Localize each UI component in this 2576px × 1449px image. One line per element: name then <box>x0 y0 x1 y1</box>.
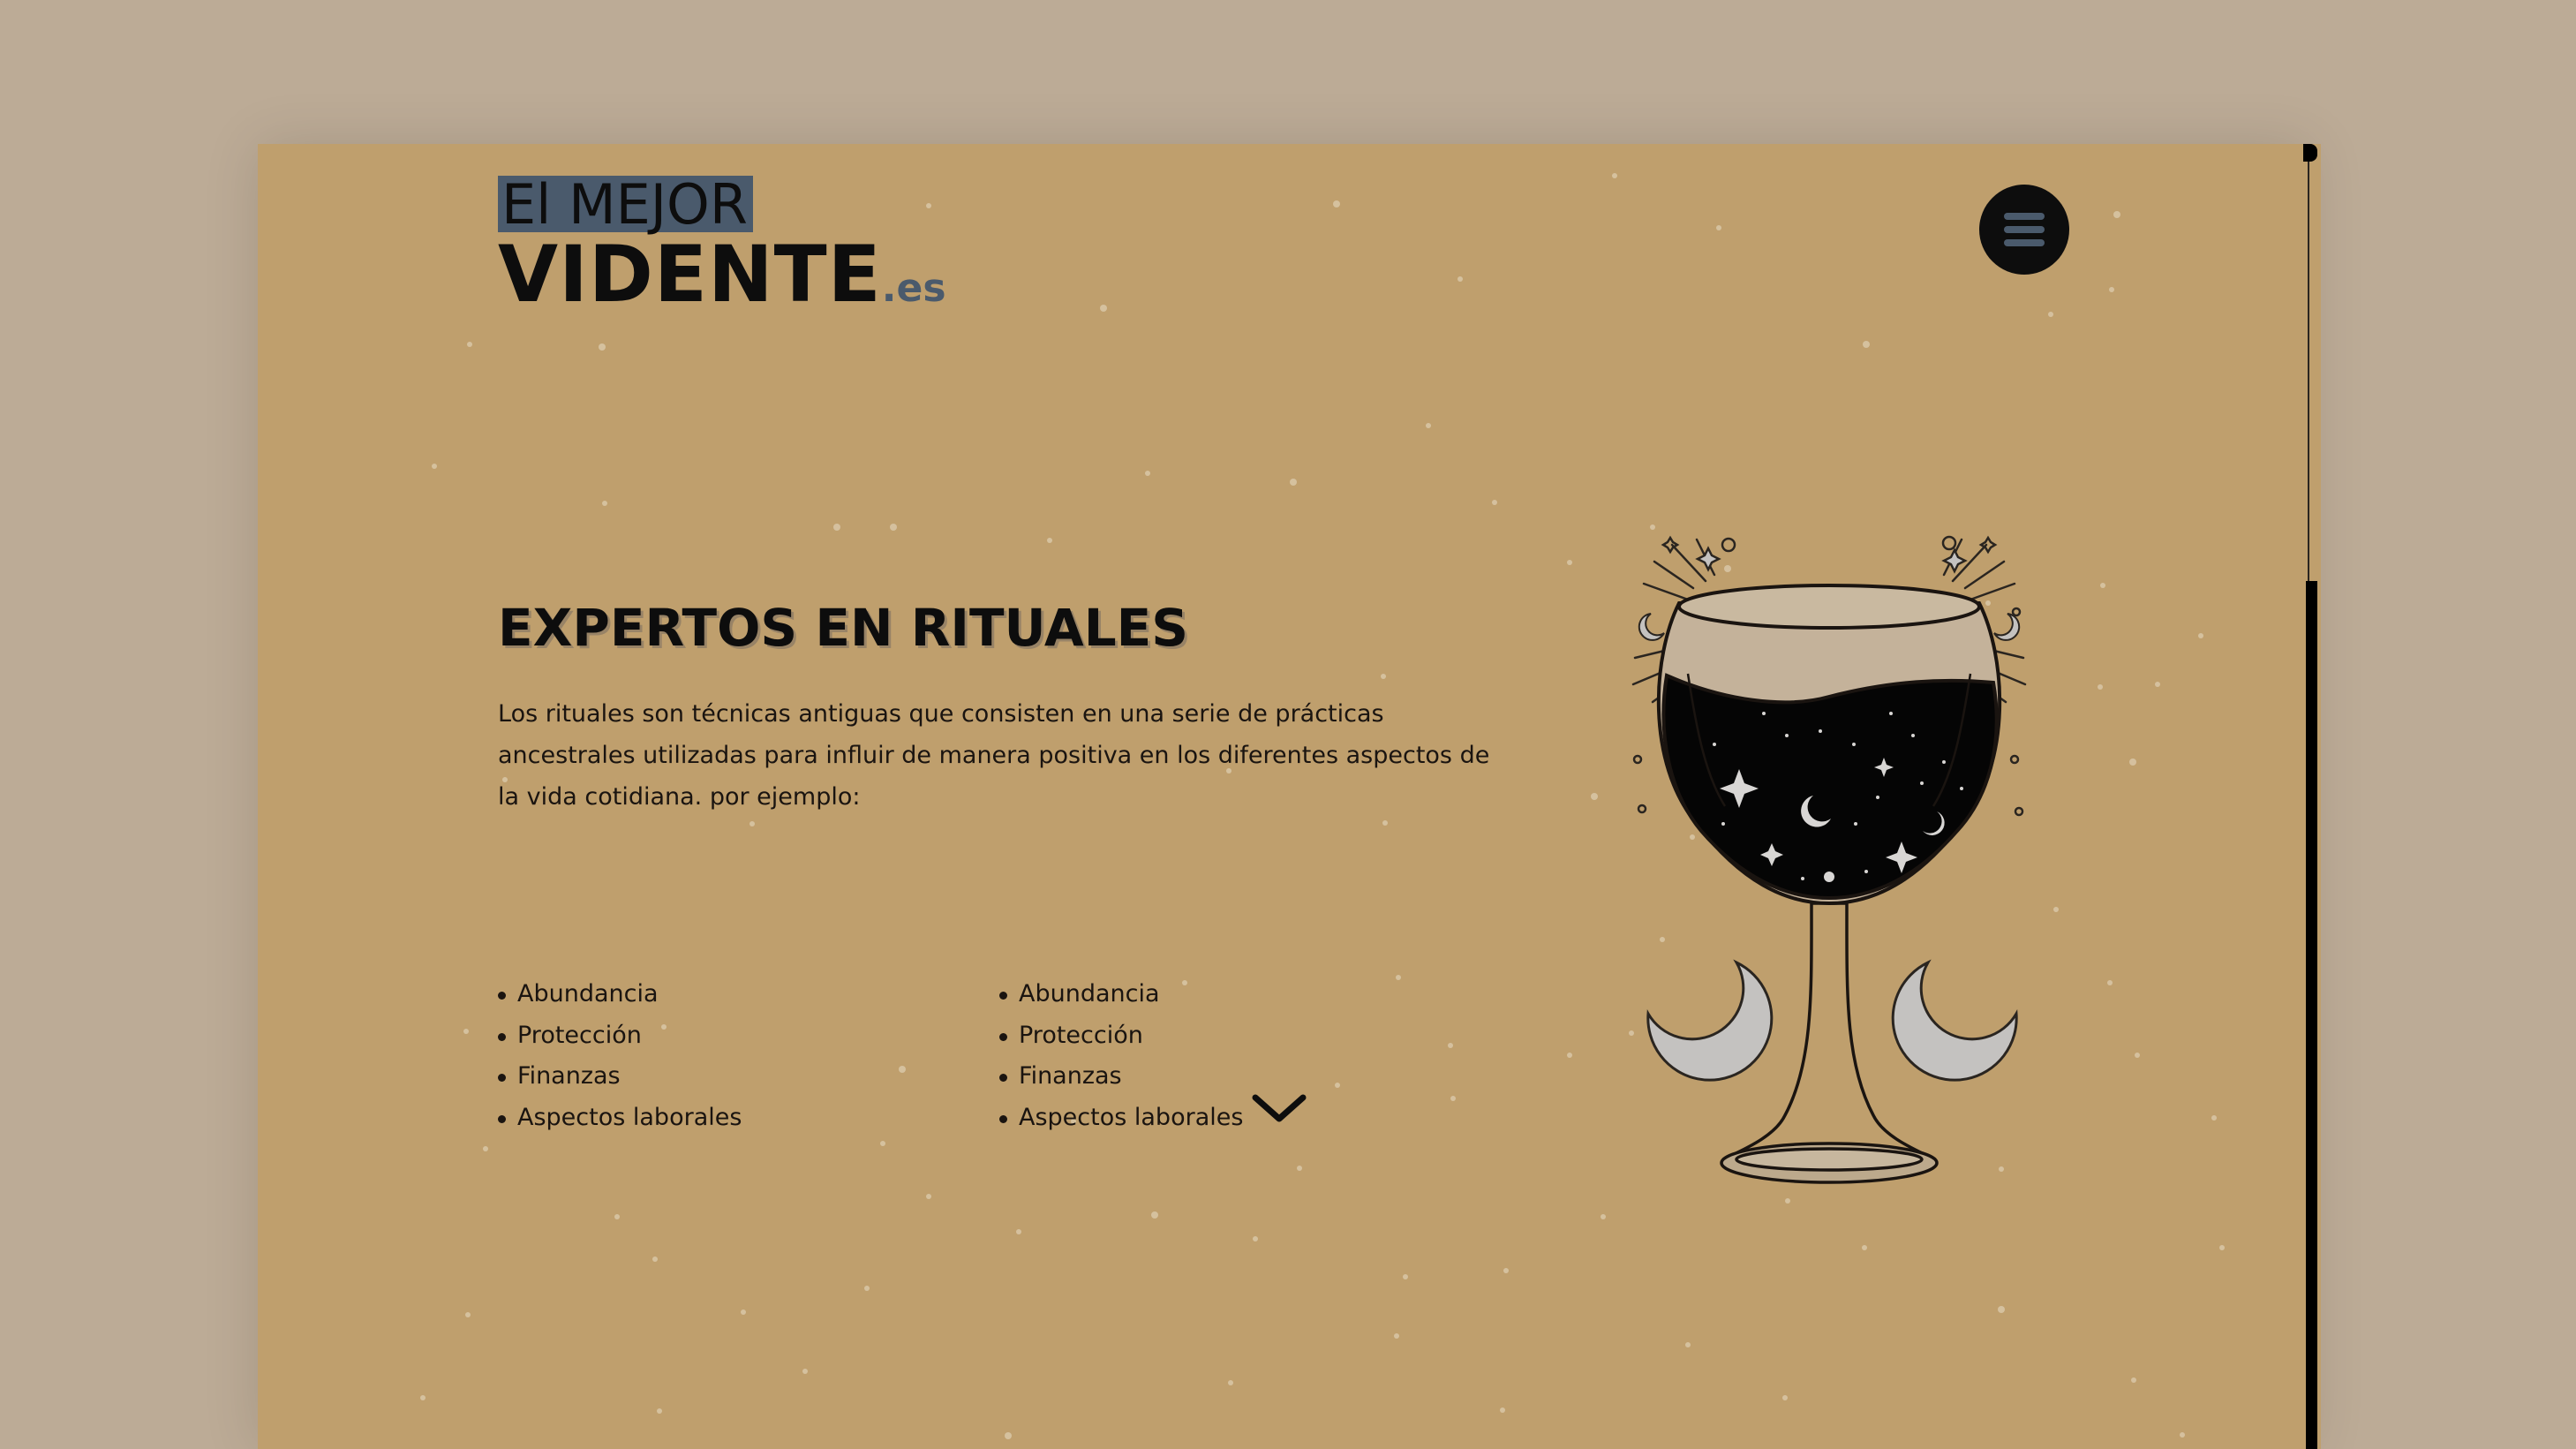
list-item: Aspectos laborales <box>498 1098 742 1139</box>
list-item: Abundancia <box>999 974 1243 1015</box>
section-title: EXPERTOS EN RITUALES <box>498 598 1189 658</box>
list-item: Aspectos laborales <box>999 1098 1243 1139</box>
ritual-list-right: Abundancia Protección Finanzas Aspectos … <box>999 974 1243 1138</box>
list-item: Abundancia <box>498 974 742 1015</box>
site-viewport: El MEJOR VIDENTE.es EXPERTOS EN RITUALES… <box>258 144 2310 1449</box>
hamburger-menu-button[interactable] <box>1979 185 2069 275</box>
ritual-list-left: Abundancia Protección Finanzas Aspectos … <box>498 974 742 1138</box>
section-intro-text: Los rituales son técnicas antiguas que c… <box>498 700 1490 811</box>
logo-main-line: VIDENTE.es <box>498 230 946 333</box>
logo-top-line: El MEJOR <box>498 176 753 232</box>
page-scrollbar-rail <box>2308 162 2309 581</box>
list-item: Protección <box>498 1015 742 1057</box>
ritual-glass-illustration <box>1631 535 2027 1184</box>
page-scrollbar-cap <box>2303 144 2317 162</box>
list-item: Finanzas <box>999 1056 1243 1098</box>
site-logo[interactable]: El MEJOR VIDENTE.es <box>498 176 957 326</box>
logo-domain-suffix: .es <box>881 266 946 311</box>
page-scrollbar-thumb[interactable] <box>2306 581 2317 1449</box>
list-item: Protección <box>999 1015 1243 1057</box>
logo-main-word: VIDENTE <box>498 229 882 320</box>
chevron-down-icon[interactable] <box>1248 1087 1310 1131</box>
list-item: Finanzas <box>498 1056 742 1098</box>
